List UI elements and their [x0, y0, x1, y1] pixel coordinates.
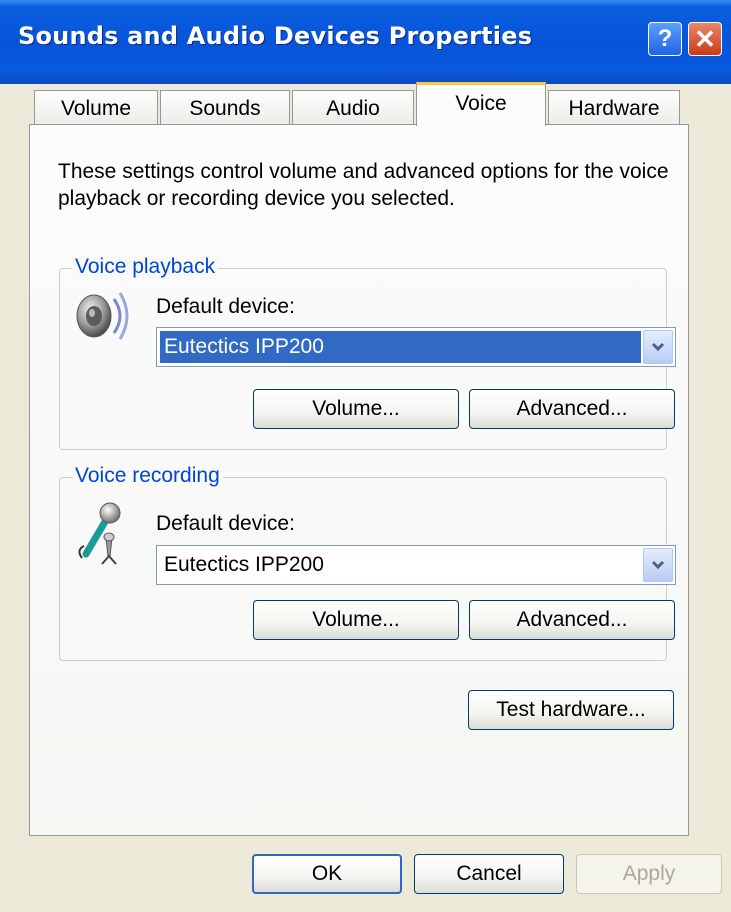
voice-recording-group: Voice recording Default device: Eutectic… — [59, 464, 676, 661]
recording-advanced-button[interactable]: Advanced... — [469, 600, 675, 640]
voice-description: These settings control volume and advanc… — [58, 160, 669, 210]
cancel-button[interactable]: Cancel — [414, 854, 564, 894]
tab-audio[interactable]: Audio — [292, 90, 414, 126]
playback-device-value: Eutectics IPP200 — [160, 331, 641, 363]
recording-device-select[interactable]: Eutectics IPP200 — [156, 545, 676, 585]
tab-hardware[interactable]: Hardware — [548, 90, 680, 126]
tab-sounds[interactable]: Sounds — [160, 90, 290, 126]
help-icon: ? — [657, 25, 673, 52]
tab-voice[interactable]: Voice — [416, 82, 546, 126]
speaker-icon — [70, 285, 132, 349]
voice-recording-label: Voice recording — [72, 464, 223, 488]
recording-device-value: Eutectics IPP200 — [164, 553, 324, 576]
microphone-icon — [72, 498, 132, 568]
title-bar: Sounds and Audio Devices Properties ? ✕ — [0, 0, 731, 84]
playback-dropdown-button[interactable] — [643, 330, 673, 364]
close-icon: ✕ — [694, 23, 716, 54]
playback-device-select[interactable]: Eutectics IPP200 — [156, 327, 676, 367]
tab-strip: Volume Sounds Audio Voice Hardware — [0, 80, 731, 126]
voice-playback-label: Voice playback — [72, 255, 219, 279]
playback-volume-button[interactable]: Volume... — [253, 389, 459, 429]
recording-volume-button[interactable]: Volume... — [253, 600, 459, 640]
playback-device-label: Default device: — [156, 295, 295, 318]
test-hardware-button[interactable]: Test hardware... — [468, 690, 674, 730]
ok-button[interactable]: OK — [252, 854, 402, 894]
recording-device-label: Default device: — [156, 512, 295, 535]
playback-advanced-button[interactable]: Advanced... — [469, 389, 675, 429]
voice-playback-group: Voice playback Default device: Eutectics… — [59, 255, 676, 450]
chevron-down-icon — [651, 560, 665, 570]
chevron-down-icon — [651, 342, 665, 352]
tab-volume[interactable]: Volume — [34, 90, 158, 126]
window-title: Sounds and Audio Devices Properties — [18, 22, 533, 50]
voice-tab-panel: These settings control volume and advanc… — [29, 124, 689, 836]
help-button[interactable]: ? — [648, 22, 682, 56]
close-button[interactable]: ✕ — [688, 22, 722, 56]
recording-dropdown-button[interactable] — [643, 548, 673, 582]
apply-button: Apply — [576, 854, 722, 894]
